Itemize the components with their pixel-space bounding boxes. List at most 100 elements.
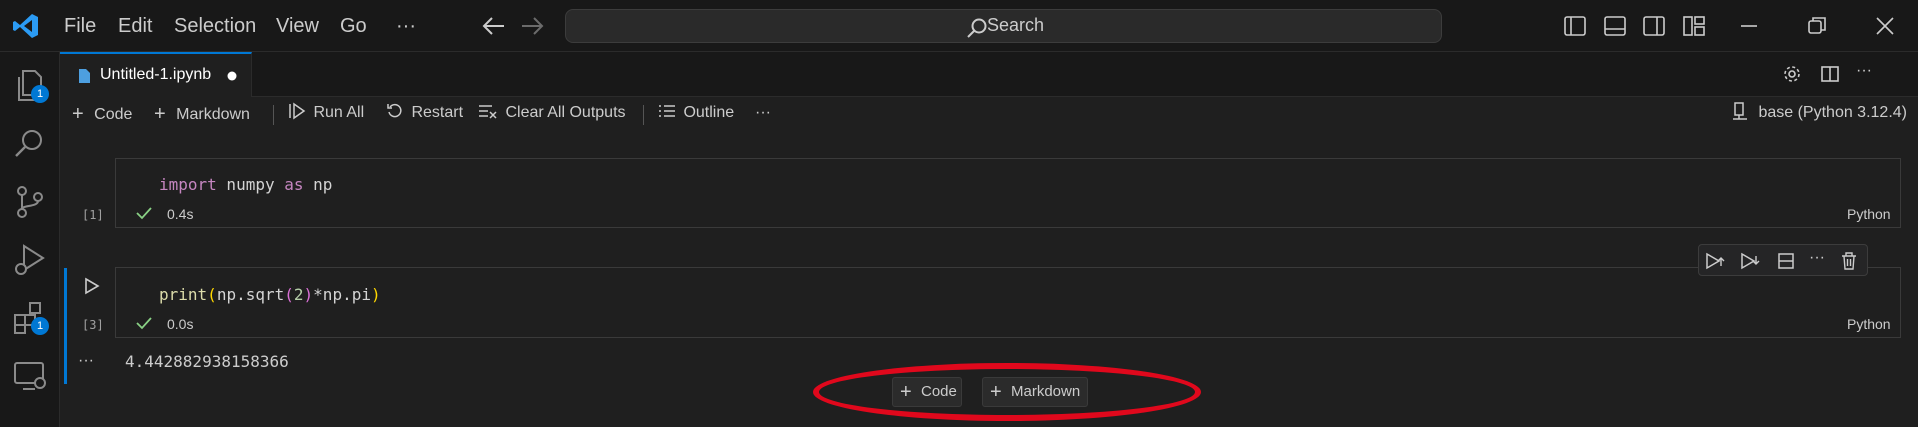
cell-1-code[interactable]: import numpy as np	[159, 175, 332, 194]
kernel-icon	[1733, 102, 1747, 120]
cell-focus-indicator	[64, 268, 67, 384]
remote-explorer-button[interactable]	[11, 357, 49, 395]
extensions-badge: 1	[31, 317, 49, 335]
restart-button[interactable]: Restart	[386, 102, 463, 124]
split-editor-icon[interactable]	[1820, 64, 1840, 84]
code-token-paren-close-inner: )	[303, 285, 314, 304]
plus-icon: +	[72, 103, 84, 125]
add-markdown-cell-button[interactable]: + Markdown	[154, 102, 250, 126]
restart-label: Restart	[411, 104, 464, 121]
toggle-panel-icon[interactable]	[1604, 15, 1626, 37]
clear-outputs-icon	[479, 105, 497, 119]
search-icon	[15, 130, 42, 157]
split-cell-icon[interactable]	[1777, 252, 1795, 270]
run-all-label: Run All	[313, 104, 365, 121]
toolbar-divider	[273, 105, 274, 125]
extensions-button[interactable]: 1	[11, 299, 49, 337]
code-token-paren-open-inner: (	[284, 285, 294, 304]
kernel-label: base (Python 3.12.4)	[1758, 104, 1907, 121]
forward-arrow-icon[interactable]	[520, 15, 544, 37]
code-token-paren-close: )	[370, 285, 381, 304]
code-token-module: numpy	[216, 175, 285, 194]
cell-1-exec-count: [1]	[82, 208, 104, 222]
run-all-button[interactable]: Run All	[288, 102, 364, 124]
run-all-icon	[289, 102, 306, 120]
restore-icon[interactable]	[1806, 15, 1828, 37]
more-actions-icon[interactable]: ···	[1856, 62, 1872, 80]
toggle-secondary-sidebar-icon[interactable]	[1643, 15, 1665, 37]
search-label: Search	[986, 15, 1045, 35]
toggle-primary-sidebar-icon[interactable]	[1564, 15, 1586, 37]
outline-list-icon	[659, 105, 675, 117]
source-control-icon	[17, 186, 43, 218]
toolbar-more-icon[interactable]: ···	[755, 102, 771, 124]
trash-icon[interactable]	[1841, 252, 1857, 270]
code-token-paren-open: (	[207, 285, 217, 304]
output-more-icon[interactable]: ···	[78, 352, 94, 370]
code-token-as: as	[284, 175, 304, 194]
cell-2-exec-count: [3]	[82, 318, 104, 332]
highlight-annotation	[813, 363, 1201, 421]
menu-view[interactable]: View	[276, 12, 319, 40]
menu-selection[interactable]: Selection	[174, 12, 256, 40]
back-arrow-icon[interactable]	[482, 15, 506, 37]
unsaved-dot-icon[interactable]	[227, 71, 237, 81]
cell-2-exec-time: 0.0s	[167, 316, 194, 332]
clear-all-outputs-button[interactable]: Clear All Outputs	[478, 102, 626, 124]
explorer-badge: 1	[31, 85, 49, 103]
code-cell-2[interactable]: print(np.sqrt(2)*np.pi) 0.0s Python	[115, 267, 1901, 338]
cell-toolbar: ···	[1698, 244, 1868, 276]
code-token-number: 2	[293, 285, 304, 304]
cell-1-language[interactable]: Python	[1847, 206, 1891, 222]
success-check-icon	[136, 317, 152, 330]
menu-go[interactable]: Go	[340, 12, 367, 40]
source-control-button[interactable]	[11, 183, 49, 221]
restart-icon	[387, 103, 402, 118]
search-view-button[interactable]	[11, 125, 49, 163]
outline-button[interactable]: Outline	[658, 102, 734, 124]
notebook-file-icon	[79, 69, 90, 83]
run-cell-icon[interactable]	[84, 277, 100, 295]
success-check-icon	[136, 207, 152, 220]
cell-1-exec-time: 0.4s	[167, 206, 194, 222]
code-token-pi: *np.pi	[313, 285, 371, 304]
menu-edit[interactable]: Edit	[118, 12, 152, 40]
cell-2-output: 4.442882938158366	[125, 352, 289, 371]
plus-icon: +	[154, 103, 166, 125]
add-code-label: Code	[94, 106, 133, 123]
gear-icon[interactable]	[1782, 64, 1802, 84]
code-cell-1[interactable]: import numpy as np 0.4s Python	[115, 158, 1901, 228]
customize-layout-icon[interactable]	[1683, 15, 1705, 37]
code-token-sqrt: np.sqrt	[216, 285, 285, 304]
code-token-import: import	[159, 175, 217, 194]
code-token-print: print	[159, 285, 208, 304]
code-token-alias: np	[303, 175, 333, 194]
kernel-picker[interactable]: base (Python 3.12.4)	[1732, 102, 1907, 124]
close-window-icon[interactable]	[1874, 15, 1896, 37]
notebook-toolbar: + Code + Markdown Run All Restart Clear …	[60, 97, 1918, 129]
tab-label: Untitled-1.ipynb	[100, 66, 212, 83]
outline-label: Outline	[683, 104, 735, 121]
clear-all-outputs-label: Clear All Outputs	[505, 104, 626, 121]
toolbar-divider	[643, 105, 644, 125]
add-markdown-label: Markdown	[176, 106, 250, 123]
minimize-icon[interactable]	[1738, 15, 1760, 37]
menu-file[interactable]: File	[64, 12, 96, 40]
command-center-search[interactable]: Search	[565, 9, 1442, 43]
add-code-cell-button[interactable]: + Code	[72, 102, 132, 126]
cell-2-language[interactable]: Python	[1847, 316, 1891, 332]
run-debug-button[interactable]	[11, 241, 49, 279]
cell-2-code[interactable]: print(np.sqrt(2)*np.pi)	[159, 285, 381, 304]
tab-untitled-1[interactable]: Untitled-1.ipynb	[60, 52, 252, 97]
menu-more[interactable]: ···	[396, 12, 416, 40]
vscode-logo-icon	[13, 14, 38, 38]
execute-below-icon[interactable]	[1740, 252, 1760, 270]
activity-bar: 1 1	[0, 52, 60, 427]
editor-tab-bar: Untitled-1.ipynb ···	[60, 52, 1918, 97]
cell-more-icon[interactable]: ···	[1809, 249, 1825, 267]
explorer-button[interactable]: 1	[11, 67, 49, 105]
execute-above-icon[interactable]	[1705, 252, 1725, 270]
title-bar: File Edit Selection View Go ··· Search	[0, 0, 1918, 52]
run-debug-icon	[15, 244, 45, 275]
remote-explorer-icon	[14, 362, 46, 390]
